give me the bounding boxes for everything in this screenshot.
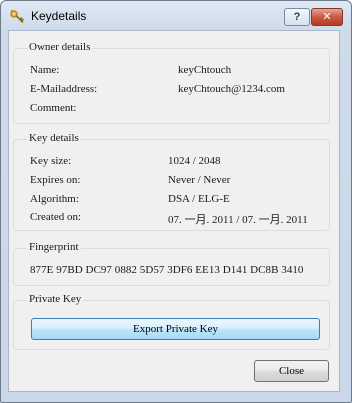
expires-on-value: Never / Never: [168, 174, 231, 186]
window-close-button[interactable]: ✕: [311, 8, 343, 26]
close-icon: ✕: [322, 11, 332, 23]
name-label: Name:: [30, 64, 60, 76]
algorithm-value: DSA / ELG-E: [168, 193, 230, 205]
name-value: keyChtouch: [178, 64, 232, 76]
export-private-key-button[interactable]: Export Private Key: [31, 318, 320, 340]
window-title: Keydetails: [31, 9, 87, 23]
key-size-label: Key size:: [30, 155, 72, 167]
created-on-value: 07. 一月. 2011 / 07. 一月. 2011: [168, 214, 308, 226]
email-value: keyChtouch@1234.com: [178, 83, 285, 95]
owner-details-title: Owner details: [27, 41, 93, 53]
title-bar[interactable]: Keydetails ? ✕: [1, 1, 351, 31]
private-key-title: Private Key: [27, 293, 84, 305]
algorithm-label: Algorithm:: [30, 193, 79, 205]
help-icon: ?: [293, 11, 301, 23]
close-button[interactable]: Close: [254, 360, 329, 382]
email-label: E-Mailaddress:: [30, 83, 98, 95]
help-button[interactable]: ?: [284, 8, 310, 26]
expires-on-label: Expires on:: [30, 174, 81, 186]
comment-label: Comment:: [30, 102, 77, 114]
fingerprint-title: Fingerprint: [27, 241, 81, 253]
key-size-value: 1024 / 2048: [168, 155, 221, 167]
key-details-title: Key details: [27, 132, 81, 144]
fingerprint-value: 877E 97BD DC97 0882 5D57 3DF6 EE13 D141 …: [30, 264, 304, 276]
created-on-label: Created on:: [30, 211, 82, 223]
key-icon: [10, 9, 24, 23]
